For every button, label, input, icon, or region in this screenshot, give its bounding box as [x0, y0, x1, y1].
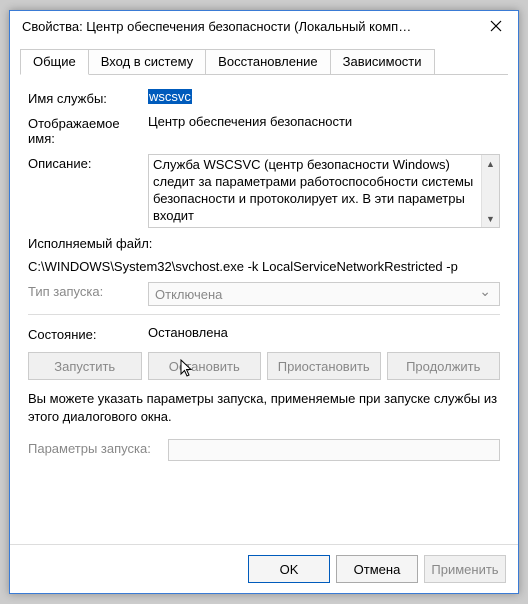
scroll-down-icon[interactable]: ▼	[482, 210, 499, 227]
label-status: Состояние:	[28, 325, 148, 342]
info-text: Вы можете указать параметры запуска, при…	[28, 390, 500, 425]
properties-dialog: Свойства: Центр обеспечения безопасности…	[9, 10, 519, 594]
row-status: Состояние: Остановлена	[28, 325, 500, 342]
value-service-name: wscsvc	[148, 89, 500, 104]
row-path-label: Исполняемый файл:	[28, 236, 500, 251]
label-path: Исполняемый файл:	[28, 236, 152, 251]
close-icon	[490, 20, 502, 32]
value-display-name: Центр обеспечения безопасности	[148, 114, 500, 129]
params-input[interactable]	[168, 439, 500, 461]
service-name-selected[interactable]: wscsvc	[148, 89, 192, 104]
row-service-name: Имя службы: wscsvc	[28, 89, 500, 106]
description-scrollbar[interactable]: ▲ ▼	[481, 155, 499, 227]
separator	[28, 314, 500, 315]
window-title: Свойства: Центр обеспечения безопасности…	[22, 19, 484, 34]
dialog-footer: OK Отмена Применить	[10, 544, 518, 593]
tab-content-general: Имя службы: wscsvc Отображаемое имя: Цен…	[20, 75, 508, 544]
value-status: Остановлена	[148, 325, 500, 340]
tab-general[interactable]: Общие	[20, 49, 89, 75]
titlebar: Свойства: Центр обеспечения безопасности…	[10, 11, 518, 41]
label-description: Описание:	[28, 154, 148, 171]
tab-recovery[interactable]: Восстановление	[206, 49, 330, 74]
close-button[interactable]	[484, 14, 508, 38]
row-startup-type: Тип запуска: Отключена	[28, 282, 500, 306]
label-startup-type: Тип запуска:	[28, 282, 148, 299]
startup-type-value: Отключена	[155, 287, 222, 302]
tab-strip: Общие Вход в систему Восстановление Зави…	[20, 49, 508, 75]
start-button[interactable]: Запустить	[28, 352, 142, 380]
client-area: Общие Вход в систему Восстановление Зави…	[10, 41, 518, 544]
row-path-value: C:\WINDOWS\System32\svchost.exe -k Local…	[28, 259, 500, 274]
description-box: Служба WSCSVC (центр безопасности Window…	[148, 154, 500, 228]
apply-button[interactable]: Применить	[424, 555, 506, 583]
control-buttons: Запустить Остановить Приостановить Продо…	[28, 352, 500, 380]
cancel-button[interactable]: Отмена	[336, 555, 418, 583]
label-service-name: Имя службы:	[28, 89, 148, 106]
row-display-name: Отображаемое имя: Центр обеспечения безо…	[28, 114, 500, 146]
tab-dependencies[interactable]: Зависимости	[331, 49, 435, 74]
resume-button[interactable]: Продолжить	[387, 352, 501, 380]
row-params: Параметры запуска:	[28, 439, 500, 461]
stop-button[interactable]: Остановить	[148, 352, 262, 380]
scroll-up-icon[interactable]: ▲	[482, 155, 499, 172]
row-description: Описание: Служба WSCSVC (центр безопасно…	[28, 154, 500, 228]
ok-button[interactable]: OK	[248, 555, 330, 583]
description-text[interactable]: Служба WSCSVC (центр безопасности Window…	[149, 155, 481, 227]
label-display-name: Отображаемое имя:	[28, 114, 148, 146]
tab-logon[interactable]: Вход в систему	[89, 49, 206, 74]
pause-button[interactable]: Приостановить	[267, 352, 381, 380]
label-params: Параметры запуска:	[28, 439, 168, 456]
value-path: C:\WINDOWS\System32\svchost.exe -k Local…	[28, 259, 458, 274]
startup-type-select[interactable]: Отключена	[148, 282, 500, 306]
